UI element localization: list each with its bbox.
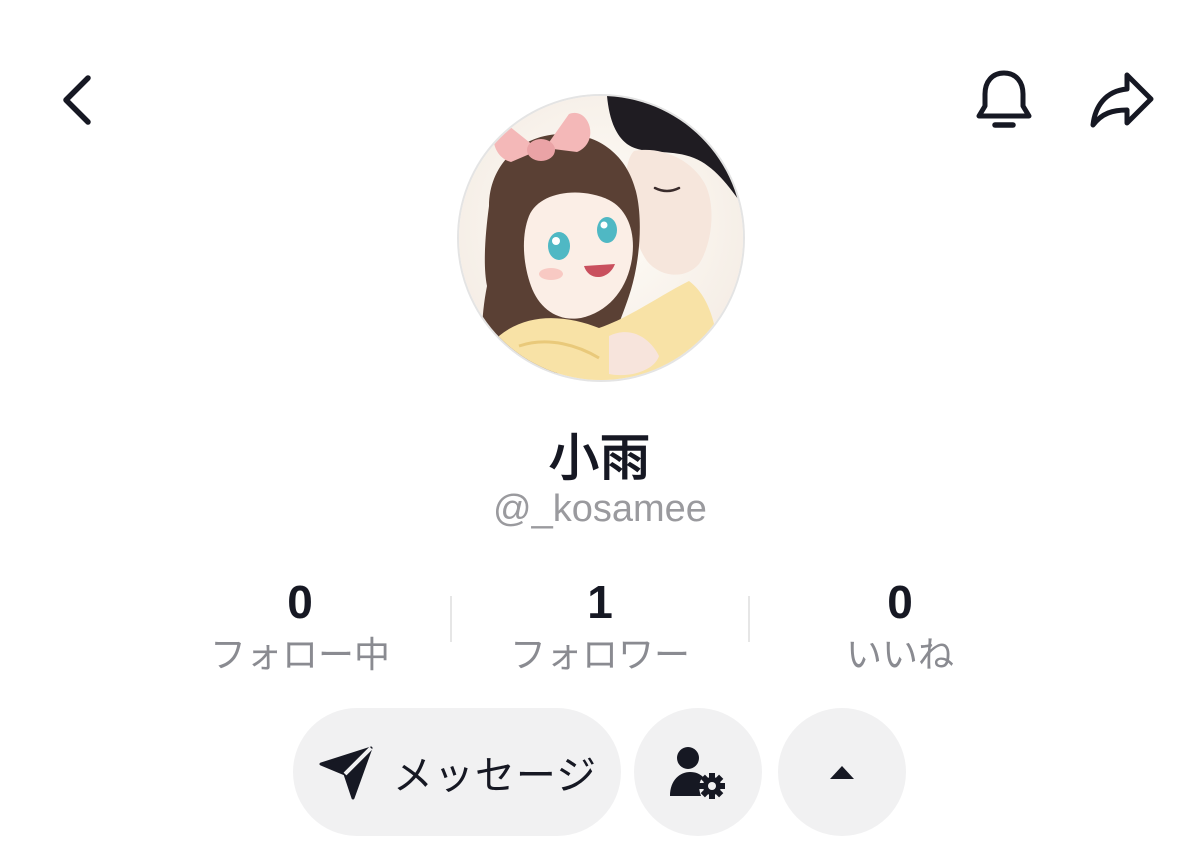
message-button[interactable]: メッセージ <box>293 708 621 836</box>
notification-bell-button[interactable] <box>966 62 1042 138</box>
share-arrow-icon <box>1090 72 1154 128</box>
send-icon <box>319 746 373 800</box>
stat-likes[interactable]: 0 いいね <box>750 574 1050 678</box>
display-name: 小雨 <box>549 429 651 487</box>
following-label: フォロー中 <box>209 635 390 676</box>
caret-up-icon <box>830 766 854 779</box>
profile-avatar[interactable] <box>457 94 745 382</box>
expand-button[interactable] <box>778 708 906 836</box>
stat-followers[interactable]: 1 フォロワー <box>450 574 750 678</box>
following-count: 0 <box>287 576 313 628</box>
chevron-left-icon <box>63 75 91 125</box>
followers-count: 1 <box>587 576 613 628</box>
back-button[interactable] <box>46 62 110 138</box>
profile-actions: メッセージ <box>0 708 1200 836</box>
anime-couple-avatar <box>459 96 743 380</box>
user-gear-icon <box>670 747 725 799</box>
profile-stats: 0 フォロー中 1 フォロワー 0 いいね <box>150 574 1050 684</box>
user-settings-button[interactable] <box>634 708 762 836</box>
likes-label: いいね <box>845 635 954 676</box>
stat-following[interactable]: 0 フォロー中 <box>150 574 450 678</box>
followers-label: フォロワー <box>509 635 690 676</box>
likes-count: 0 <box>887 576 913 628</box>
message-button-label: メッセージ <box>392 753 598 799</box>
share-button[interactable] <box>1082 62 1162 138</box>
bell-icon <box>976 70 1032 128</box>
username-handle: @_kosamee <box>493 488 707 530</box>
